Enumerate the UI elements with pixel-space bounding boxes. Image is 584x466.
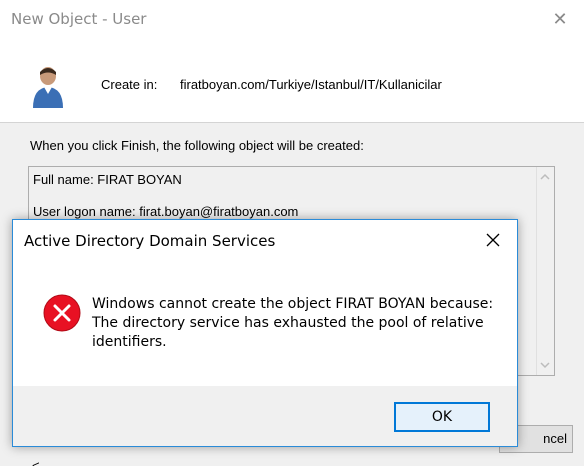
scroll-down-icon[interactable] bbox=[540, 361, 550, 369]
user-avatar-icon bbox=[33, 67, 63, 108]
error-dialog: Active Directory Domain Services Windows… bbox=[12, 219, 518, 447]
create-in-label: Create in: bbox=[101, 77, 158, 92]
message-line: Windows cannot create the object FIRAT B… bbox=[92, 296, 494, 312]
cancel-label: ncel bbox=[543, 431, 567, 446]
summary-scrollbar[interactable] bbox=[536, 167, 554, 375]
dialog-titlebar: Active Directory Domain Services bbox=[13, 220, 517, 260]
wizard-close-icon[interactable]: ✕ bbox=[548, 8, 572, 30]
dialog-title: Active Directory Domain Services bbox=[24, 232, 276, 250]
back-button-fragment[interactable]: < Back bbox=[32, 458, 72, 466]
info-text: When you click Finish, the following obj… bbox=[30, 138, 364, 153]
dialog-footer: OK bbox=[13, 386, 517, 446]
scroll-up-icon[interactable] bbox=[540, 173, 550, 181]
message-line: The directory service has exhausted the … bbox=[92, 315, 484, 331]
ok-button[interactable]: OK bbox=[394, 402, 490, 432]
error-icon bbox=[43, 294, 81, 332]
wizard-titlebar: New Object - User ✕ bbox=[0, 0, 584, 38]
summary-logon-name: User logon name: firat.boyan@firatboyan.… bbox=[33, 204, 299, 219]
back-label: < Back bbox=[32, 458, 40, 466]
dialog-message: Windows cannot create the object FIRAT B… bbox=[92, 295, 502, 352]
message-line: identifiers. bbox=[92, 334, 167, 350]
summary-full-name: Full name: FIRAT BOYAN bbox=[33, 172, 182, 187]
wizard-title: New Object - User bbox=[11, 10, 147, 28]
dialog-close-icon[interactable] bbox=[479, 228, 507, 252]
create-in-path: firatboyan.com/Turkiye/Istanbul/IT/Kulla… bbox=[180, 77, 442, 92]
